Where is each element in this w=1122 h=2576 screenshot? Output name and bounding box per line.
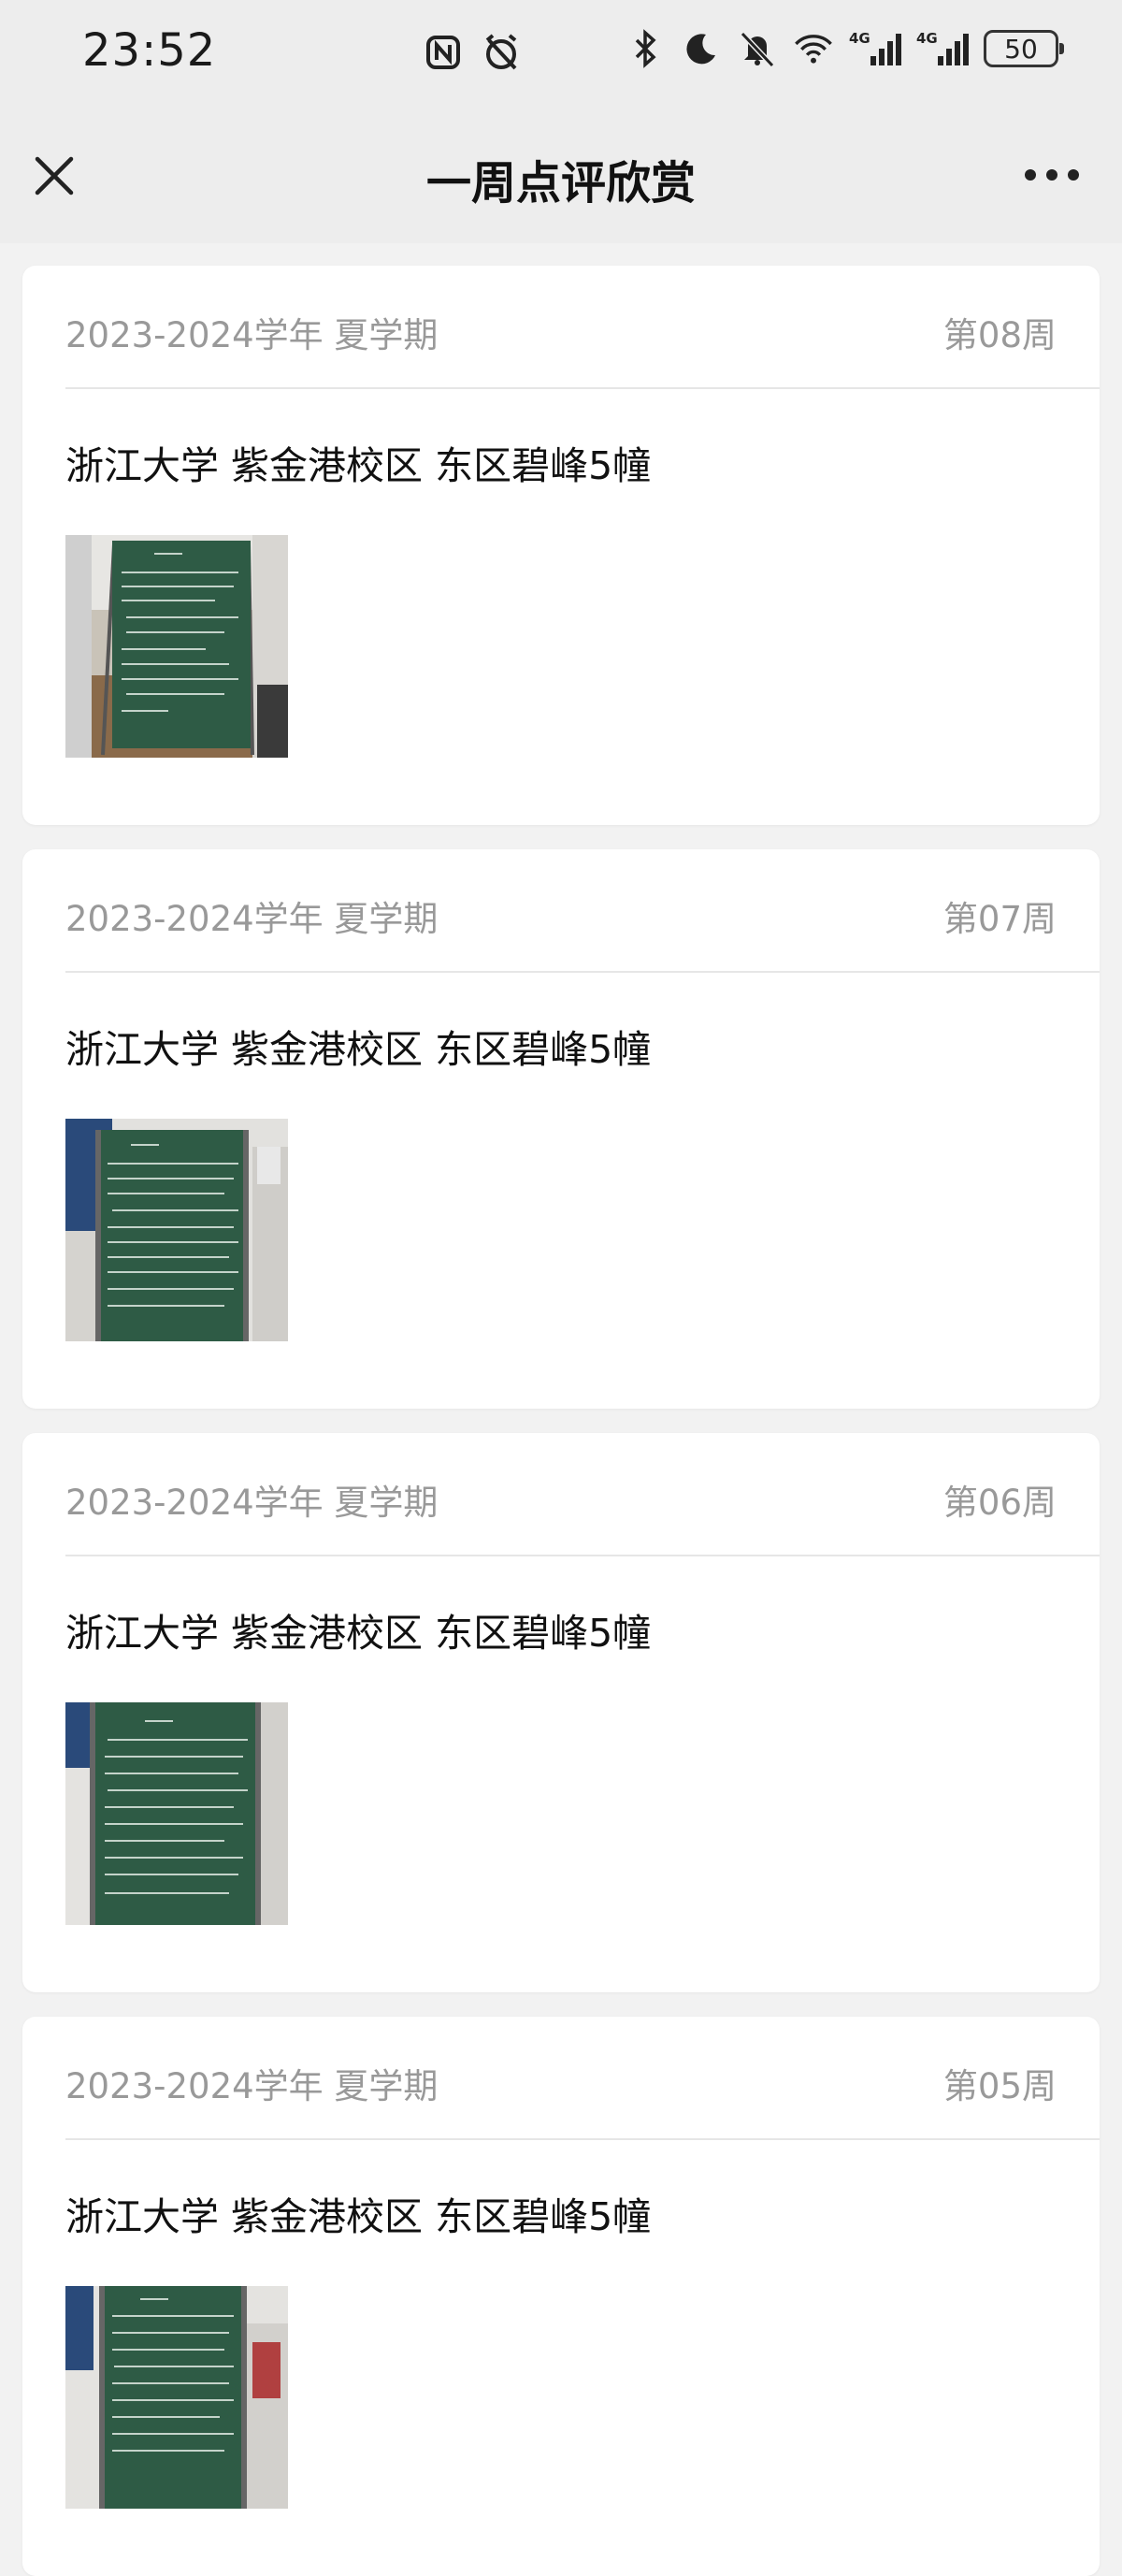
chalkboard-photo[interactable]: [65, 2286, 288, 2509]
week-label: 第06周: [942, 1483, 1057, 1523]
more-button[interactable]: [1019, 161, 1085, 189]
battery-level: 50: [1004, 33, 1038, 65]
week-label: 第07周: [942, 899, 1057, 939]
card-header: 2023-2024学年 夏学期 第05周: [65, 2017, 1100, 2140]
status-bar: 23:52 4G 4G 50: [0, 0, 1122, 112]
week-label: 第05周: [942, 2066, 1057, 2106]
alarm-off-icon: [481, 32, 522, 73]
chalkboard-photo[interactable]: [65, 1119, 288, 1341]
card-header: 2023-2024学年 夏学期 第07周: [65, 849, 1100, 973]
location-label: 浙江大学 紫金港校区 东区碧峰5幢: [65, 1027, 652, 1072]
network-type-label: 4G: [916, 30, 938, 47]
review-card[interactable]: 2023-2024学年 夏学期 第08周 浙江大学 紫金港校区 东区碧峰5幢: [22, 266, 1100, 825]
signal-icon: 4G: [849, 30, 901, 67]
wifi-icon: [793, 28, 834, 69]
network-type-label: 4G: [849, 30, 870, 47]
location-label: 浙江大学 紫金港校区 东区碧峰5幢: [65, 2194, 652, 2239]
nav-bar: 一周点评欣赏: [0, 112, 1122, 243]
signal-icon: 4G: [916, 30, 969, 67]
chalkboard-photo[interactable]: [65, 1702, 288, 1925]
term-label: 2023-2024学年 夏学期: [65, 1483, 439, 1523]
chalkboard-photo[interactable]: [65, 535, 288, 758]
status-time: 23:52: [82, 24, 217, 77]
review-card[interactable]: 2023-2024学年 夏学期 第07周 浙江大学 紫金港校区 东区碧峰5幢: [22, 849, 1100, 1409]
term-label: 2023-2024学年 夏学期: [65, 315, 439, 355]
review-card[interactable]: 2023-2024学年 夏学期 第06周 浙江大学 紫金港校区 东区碧峰5幢: [22, 1433, 1100, 1992]
more-icon: [1025, 169, 1079, 181]
bell-off-icon: [737, 28, 778, 69]
location-label: 浙江大学 紫金港校区 东区碧峰5幢: [65, 1611, 652, 1656]
term-label: 2023-2024学年 夏学期: [65, 899, 439, 939]
review-card[interactable]: 2023-2024学年 夏学期 第05周 浙江大学 紫金港校区 东区碧峰5幢: [22, 2017, 1100, 2576]
bluetooth-icon: [625, 28, 666, 69]
term-label: 2023-2024学年 夏学期: [65, 2066, 439, 2106]
card-header: 2023-2024学年 夏学期 第08周: [65, 266, 1100, 389]
nfc-icon: [423, 32, 464, 73]
moon-icon: [681, 28, 722, 69]
page-title: 一周点评欣赏: [425, 157, 696, 210]
card-header: 2023-2024学年 夏学期 第06周: [65, 1433, 1100, 1556]
battery-icon: 50: [984, 30, 1064, 67]
location-label: 浙江大学 紫金港校区 东区碧峰5幢: [65, 443, 652, 488]
week-label: 第08周: [942, 315, 1057, 355]
